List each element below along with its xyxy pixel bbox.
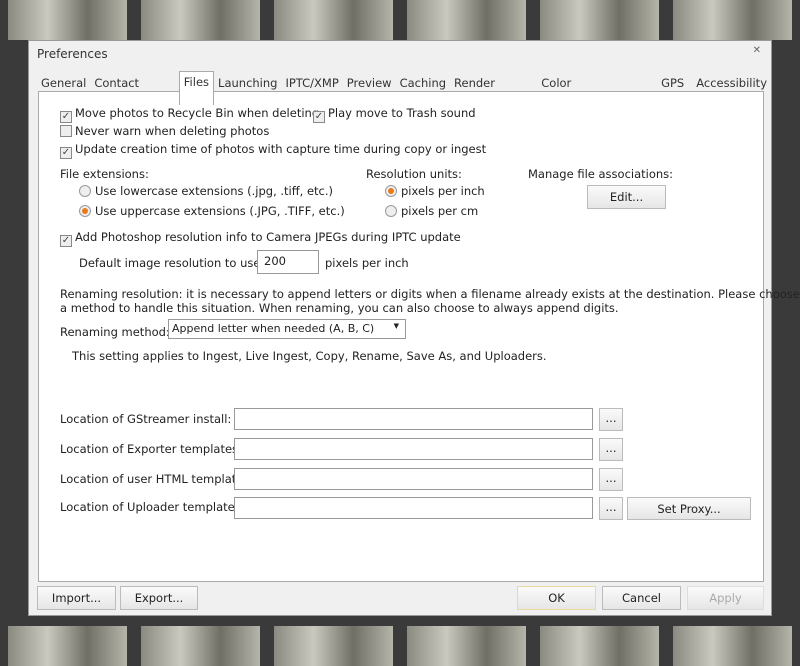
checkbox-unchecked-icon bbox=[60, 125, 72, 137]
file-associations-label: Manage file associations: bbox=[528, 167, 674, 181]
radio-icon bbox=[385, 205, 397, 217]
label: pixels per cm bbox=[401, 204, 479, 218]
set-proxy-button[interactable]: Set Proxy... bbox=[627, 497, 751, 520]
lowercase-radio[interactable]: Use lowercase extensions (.jpg, .tiff, e… bbox=[79, 184, 333, 198]
renaming-method-label: Renaming method: bbox=[60, 325, 170, 339]
html-templates-label: Location of user HTML templates: bbox=[60, 472, 254, 486]
default-resolution-label: Default image resolution to use: bbox=[79, 256, 265, 270]
checkbox-checked-icon: ✓ bbox=[60, 235, 72, 247]
update-time-checkbox[interactable]: ✓ Update creation time of photos with cap… bbox=[60, 142, 486, 159]
label: Add Photoshop resolution info to Camera … bbox=[75, 230, 461, 244]
renaming-note: This setting applies to Ingest, Live Ing… bbox=[72, 349, 547, 363]
ppi-radio[interactable]: pixels per inch bbox=[385, 184, 485, 198]
resolution-units-label: Resolution units: bbox=[366, 167, 462, 181]
checkbox-checked-icon: ✓ bbox=[313, 111, 325, 123]
selected-value: Append letter when needed (A, B, C) bbox=[172, 322, 375, 335]
label: Play move to Trash sound bbox=[328, 106, 476, 120]
import-button[interactable]: Import... bbox=[37, 586, 116, 610]
background-thumbnails-bottom bbox=[0, 626, 800, 666]
renaming-text-1: Renaming resolution: it is necessary to … bbox=[60, 287, 800, 301]
ppcm-radio[interactable]: pixels per cm bbox=[385, 204, 478, 218]
never-warn-checkbox[interactable]: Never warn when deleting photos bbox=[60, 124, 269, 138]
checkbox-checked-icon: ✓ bbox=[60, 147, 72, 159]
file-extensions-label: File extensions: bbox=[60, 167, 149, 181]
uppercase-radio[interactable]: Use uppercase extensions (.JPG, .TIFF, e… bbox=[79, 204, 345, 218]
chevron-down-icon: ▼ bbox=[393, 322, 399, 330]
html-templates-browse-button[interactable]: ... bbox=[599, 468, 623, 491]
ok-button[interactable]: OK bbox=[517, 586, 596, 610]
uploader-input[interactable] bbox=[234, 497, 593, 519]
default-resolution-input[interactable]: 200 bbox=[257, 250, 319, 274]
close-icon[interactable]: ✕ bbox=[753, 45, 761, 56]
renaming-text-2: a method to handle this situation. When … bbox=[60, 301, 619, 315]
gstreamer-browse-button[interactable]: ... bbox=[599, 408, 623, 431]
label: Never warn when deleting photos bbox=[75, 124, 270, 138]
html-templates-input[interactable] bbox=[234, 468, 593, 490]
resolution-unit-label: pixels per inch bbox=[325, 256, 409, 270]
uploader-browse-button[interactable]: ... bbox=[599, 497, 623, 520]
edit-associations-button[interactable]: Edit... bbox=[587, 185, 666, 209]
dialog-title: Preferences bbox=[37, 47, 108, 61]
background-thumbnails-top bbox=[0, 0, 800, 40]
gstreamer-input[interactable] bbox=[234, 408, 593, 430]
checkbox-checked-icon: ✓ bbox=[60, 111, 72, 123]
tab-files[interactable]: Files bbox=[178, 71, 215, 105]
label: Use lowercase extensions (.jpg, .tiff, e… bbox=[95, 184, 334, 198]
exporter-label: Location of Exporter templates: bbox=[60, 442, 242, 456]
files-panel: ✓ Move photos to Recycle Bin when deletin… bbox=[38, 91, 800, 582]
radio-selected-icon bbox=[385, 185, 397, 197]
export-button[interactable]: Export... bbox=[120, 586, 198, 610]
apply-button[interactable]: Apply bbox=[687, 586, 764, 610]
preferences-dialog: Preferences ✕ General Contact Sheet File… bbox=[28, 40, 800, 616]
uploader-label: Location of Uploader templates: bbox=[60, 500, 245, 514]
label: Update creation time of photos with capt… bbox=[75, 142, 487, 156]
radio-selected-icon bbox=[79, 205, 91, 217]
gstreamer-label: Location of GStreamer install: bbox=[60, 412, 232, 426]
exporter-input[interactable] bbox=[234, 438, 593, 460]
label: pixels per inch bbox=[401, 184, 485, 198]
renaming-method-select[interactable]: Append letter when needed (A, B, C) ▼ bbox=[168, 319, 406, 339]
label: Use uppercase extensions (.JPG, .TIFF, e… bbox=[95, 204, 345, 218]
recycle-checkbox[interactable]: ✓ Move photos to Recycle Bin when deletin… bbox=[60, 106, 319, 123]
label: Move photos to Recycle Bin when deleting bbox=[75, 106, 320, 120]
cancel-button[interactable]: Cancel bbox=[602, 586, 681, 610]
photoshop-checkbox[interactable]: ✓ Add Photoshop resolution info to Camera… bbox=[60, 230, 461, 247]
exporter-browse-button[interactable]: ... bbox=[599, 438, 623, 461]
radio-icon bbox=[79, 185, 91, 197]
trash-sound-checkbox[interactable]: ✓ Play move to Trash sound bbox=[313, 106, 476, 123]
